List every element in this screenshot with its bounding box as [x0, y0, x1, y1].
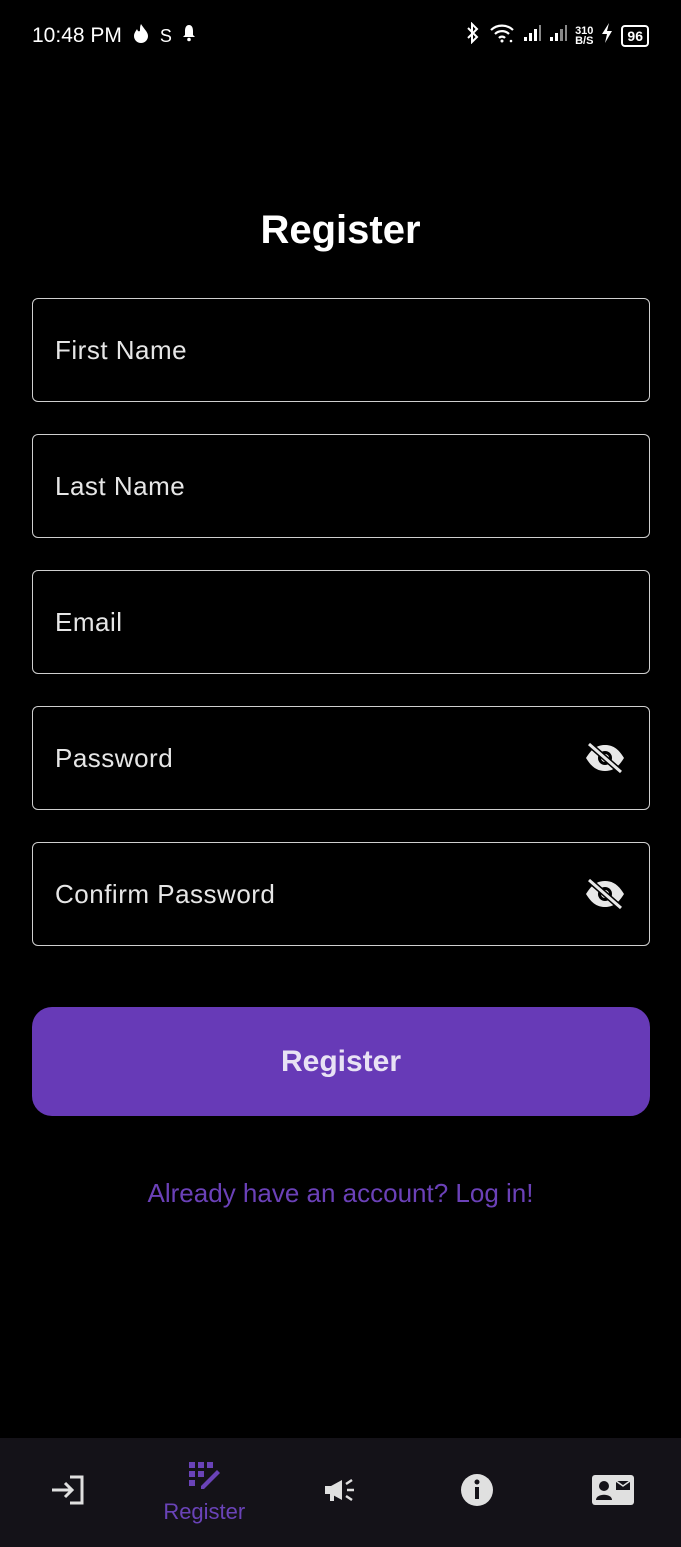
register-icon — [187, 1460, 221, 1495]
info-icon — [459, 1472, 495, 1513]
nav-item-announcements[interactable] — [285, 1443, 395, 1543]
password-label: Password — [55, 742, 174, 773]
contact-card-icon — [591, 1474, 635, 1511]
charging-icon — [601, 23, 613, 49]
nav-item-info[interactable] — [422, 1443, 532, 1543]
bluetooth-icon — [465, 21, 481, 50]
visibility-off-icon[interactable] — [583, 741, 627, 775]
signal-icon — [523, 24, 542, 48]
bottom-navigation: Register — [0, 1438, 681, 1547]
status-bar: 10:48 PM S 310 B/S 96 — [0, 0, 681, 72]
confirm-password-label: Confirm Password — [55, 878, 276, 909]
first-name-field[interactable]: First Name — [32, 298, 650, 402]
speed-unit: B/S — [575, 35, 594, 47]
status-left: 10:48 PM S — [32, 23, 196, 49]
app-s-icon: S — [159, 25, 172, 46]
page-title: Register — [260, 208, 421, 252]
status-right: 310 B/S 96 — [465, 21, 649, 50]
last-name-field[interactable]: Last Name — [32, 434, 650, 538]
network-speed: 310 B/S — [575, 26, 594, 47]
battery-indicator: 96 — [621, 25, 649, 47]
register-button[interactable]: Register — [32, 1007, 650, 1116]
flame-icon — [132, 23, 150, 49]
nav-item-register[interactable]: Register — [149, 1443, 259, 1543]
campaign-icon — [322, 1475, 358, 1510]
status-time: 10:48 PM — [32, 24, 122, 47]
nav-item-contact[interactable] — [558, 1443, 668, 1543]
visibility-off-icon[interactable] — [583, 877, 627, 911]
signal-icon-2 — [549, 24, 568, 48]
first-name-label: First Name — [55, 334, 188, 365]
login-icon — [48, 1473, 88, 1512]
nav-label-register: Register — [163, 1499, 246, 1524]
password-field[interactable]: Password — [32, 706, 650, 810]
confirm-password-field[interactable]: Confirm Password — [32, 842, 650, 946]
last-name-label: Last Name — [55, 470, 186, 501]
login-link[interactable]: Already have an account? Log in! — [0, 1178, 681, 1209]
email-field[interactable]: Email — [32, 570, 650, 674]
notification-icon — [182, 24, 196, 48]
email-label: Email — [55, 606, 123, 637]
nav-item-login[interactable] — [13, 1443, 123, 1543]
wifi-icon — [489, 23, 515, 49]
